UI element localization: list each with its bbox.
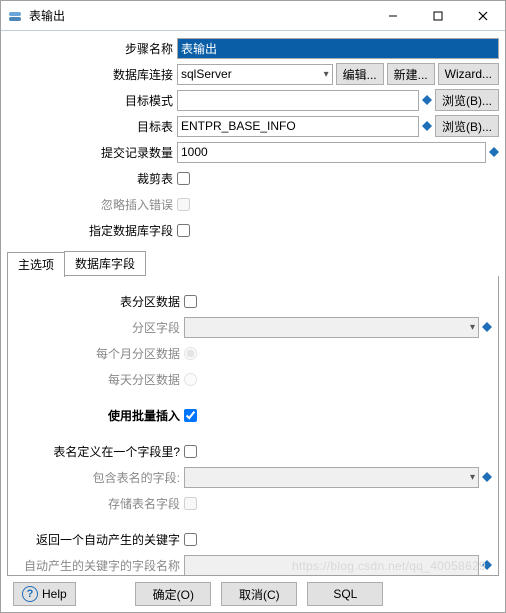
target-schema-label: 目标模式 bbox=[7, 92, 177, 109]
specify-db-fields-label: 指定数据库字段 bbox=[7, 222, 177, 239]
help-button[interactable]: ? Help bbox=[13, 582, 76, 606]
db-conn-label: 数据库连接 bbox=[7, 66, 177, 83]
gen-key-field-input bbox=[184, 555, 479, 576]
step-name-input[interactable] bbox=[177, 38, 499, 59]
partition-daily-radio bbox=[184, 373, 197, 386]
titlebar: 表输出 bbox=[1, 1, 505, 31]
ignore-insert-err-label: 忽略插入错误 bbox=[7, 196, 177, 213]
partition-monthly-label: 每个月分区数据 bbox=[14, 345, 184, 362]
commit-size-input[interactable] bbox=[177, 142, 486, 163]
help-icon: ? bbox=[22, 586, 38, 602]
cancel-button[interactable]: 取消(C) bbox=[221, 582, 297, 606]
tab-db-fields[interactable]: 数据库字段 bbox=[64, 251, 146, 276]
variable-icon[interactable] bbox=[489, 147, 499, 157]
truncate-checkbox[interactable] bbox=[177, 172, 190, 185]
use-batch-checkbox[interactable] bbox=[184, 409, 197, 422]
store-tablename-label: 存储表名字段 bbox=[14, 495, 184, 512]
tab-panel-main: 表分区数据 分区字段 ▾ 每个月分区数据 每天分区数据 bbox=[7, 276, 499, 576]
variable-icon[interactable] bbox=[482, 472, 492, 482]
target-table-input[interactable] bbox=[177, 116, 419, 137]
target-schema-input[interactable] bbox=[177, 90, 419, 111]
variable-icon[interactable] bbox=[422, 121, 432, 131]
db-conn-select[interactable]: sqlServer ▾ bbox=[177, 64, 333, 85]
tablename-in-field-label: 表名定义在一个字段里? bbox=[14, 443, 184, 460]
tablename-field-label: 包含表名的字段: bbox=[14, 469, 184, 486]
partition-monthly-radio bbox=[184, 347, 197, 360]
truncate-label: 裁剪表 bbox=[7, 170, 177, 187]
step-name-label: 步骤名称 bbox=[7, 40, 177, 57]
use-batch-label: 使用批量插入 bbox=[14, 407, 184, 424]
db-conn-value: sqlServer bbox=[181, 67, 232, 81]
return-gen-keys-checkbox[interactable] bbox=[184, 533, 197, 546]
maximize-button[interactable] bbox=[415, 1, 460, 30]
chevron-down-icon: ▾ bbox=[324, 69, 329, 80]
footer: ? Help 确定(O) 取消(C) SQL bbox=[7, 576, 499, 612]
close-button[interactable] bbox=[460, 1, 505, 30]
ignore-insert-err-checkbox bbox=[177, 198, 190, 211]
minimize-button[interactable] bbox=[370, 1, 415, 30]
gen-key-field-label: 自动产生的关键字的字段名称 bbox=[14, 557, 184, 574]
ok-button[interactable]: 确定(O) bbox=[135, 582, 211, 606]
partition-field-label: 分区字段 bbox=[14, 319, 184, 336]
new-conn-button[interactable]: 新建... bbox=[387, 63, 435, 85]
tablename-field-select: ▾ bbox=[184, 467, 479, 488]
return-gen-keys-label: 返回一个自动产生的关键字 bbox=[14, 531, 184, 548]
tab-main[interactable]: 主选项 bbox=[7, 252, 65, 277]
sql-button[interactable]: SQL bbox=[307, 582, 383, 606]
wizard-conn-button[interactable]: Wizard... bbox=[438, 63, 499, 85]
tablename-in-field-checkbox[interactable] bbox=[184, 445, 197, 458]
variable-icon[interactable] bbox=[482, 560, 492, 570]
commit-size-label: 提交记录数量 bbox=[7, 144, 177, 161]
chevron-down-icon: ▾ bbox=[470, 322, 475, 333]
store-tablename-checkbox bbox=[184, 497, 197, 510]
app-icon bbox=[7, 8, 23, 24]
edit-conn-button[interactable]: 编辑... bbox=[336, 63, 384, 85]
partition-daily-label: 每天分区数据 bbox=[14, 371, 184, 388]
tab-strip: 主选项 数据库字段 bbox=[7, 251, 499, 276]
browse-table-button[interactable]: 浏览(B)... bbox=[435, 115, 499, 137]
variable-icon[interactable] bbox=[482, 322, 492, 332]
window-title: 表输出 bbox=[29, 7, 370, 24]
chevron-down-icon: ▾ bbox=[470, 472, 475, 483]
partition-data-checkbox[interactable] bbox=[184, 295, 197, 308]
browse-schema-button[interactable]: 浏览(B)... bbox=[435, 89, 499, 111]
variable-icon[interactable] bbox=[422, 95, 432, 105]
partition-field-select: ▾ bbox=[184, 317, 479, 338]
partition-data-label: 表分区数据 bbox=[14, 293, 184, 310]
specify-db-fields-checkbox[interactable] bbox=[177, 224, 190, 237]
help-label: Help bbox=[42, 587, 67, 601]
target-table-label: 目标表 bbox=[7, 118, 177, 135]
